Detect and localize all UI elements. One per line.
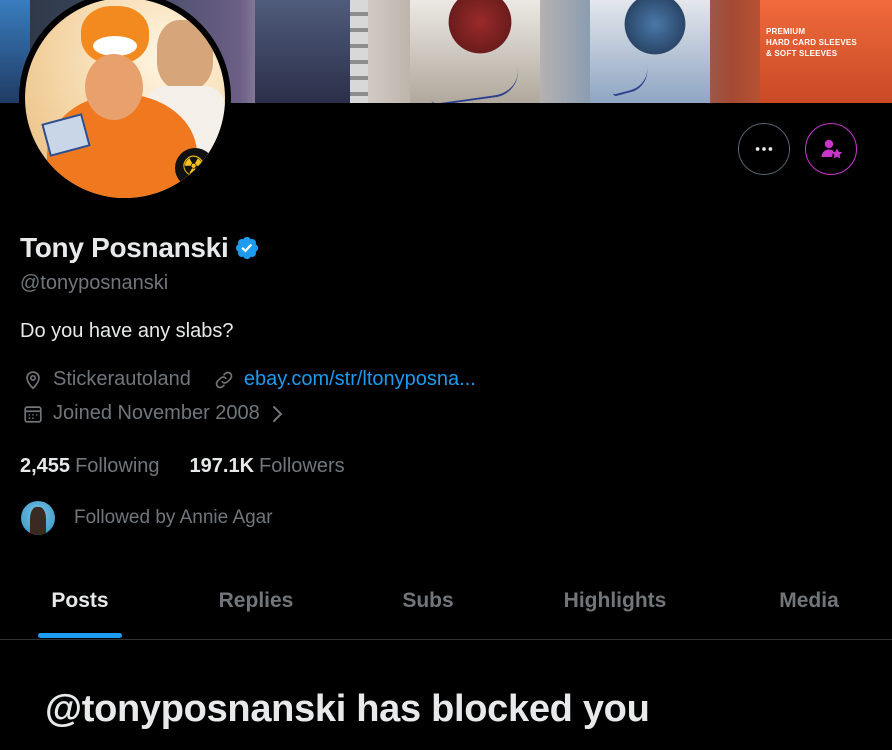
profile-handle: @tonyposnanski [20,272,169,294]
calendar-icon [24,405,42,423]
tab-label: Subs [402,588,454,612]
profile-meta-row: Stickerautoland ebay.com/str/ltonyposna.… [22,368,476,391]
avatar-image [25,0,225,198]
following-link[interactable]: 2,455 Following [20,455,160,478]
avatar [21,501,55,535]
joined-item[interactable]: Joined November 2008 [22,402,284,425]
tab-label: Posts [51,588,109,612]
followed-by-text: Followed by Annie Agar [74,507,273,528]
followers-count: 197.1K [189,455,255,477]
sleeve-line: & SOFT SLEEVES [766,49,838,58]
tab-label: Highlights [563,588,667,612]
tab-label: Media [779,588,839,612]
profile-name-row: Tony Posnanski [20,232,260,264]
more-horizontal-icon [755,147,773,151]
profile-name: Tony Posnanski [20,232,229,263]
tab-media[interactable]: Media [726,562,892,639]
profile-tabs: Posts Replies Subs Highlights Media [0,562,892,640]
subscribe-button[interactable] [805,123,857,175]
website-link[interactable]: ebay.com/str/ltonyposna... [244,368,476,391]
verified-badge-icon[interactable] [234,235,260,261]
tab-highlights[interactable]: Highlights [504,562,726,639]
banner-sleeve-text: PREMIUM HARD CARD SLEEVES & SOFT SLEEVES [766,26,886,59]
tab-posts[interactable]: Posts [0,562,160,639]
profile-bio: Do you have any slabs? [20,320,234,342]
location-item: Stickerautoland [22,368,191,391]
profile-stats: 2,455 Following 197.1K Followers [20,455,345,478]
link-icon [215,371,233,388]
website-item[interactable]: ebay.com/str/ltonyposna... [213,368,476,391]
banner-card [350,0,368,103]
banner-card [255,0,350,103]
sleeve-line: HARD CARD SLEEVES [766,38,857,47]
person-star-icon [821,139,843,159]
tab-subs[interactable]: Subs [352,562,504,639]
chevron-right-icon [272,405,283,422]
location-text: Stickerautoland [53,368,191,390]
followers-label: Followers [259,455,345,477]
following-label: Following [75,455,160,477]
following-count: 2,455 [20,455,71,477]
banner-card [440,0,520,55]
avatar-figure [85,54,143,120]
location-pin-icon [26,370,40,389]
tab-replies[interactable]: Replies [160,562,352,639]
avatar-figure [175,148,215,188]
followers-link[interactable]: 197.1K Followers [190,455,345,478]
more-options-button[interactable] [738,123,790,175]
avatar-figure [151,16,219,90]
sleeve-line: PREMIUM [766,27,806,36]
joined-text: Joined November 2008 [53,402,260,424]
followed-by-row[interactable]: Followed by Annie Agar [21,501,273,535]
profile-meta-row: Joined November 2008 [22,402,284,425]
blocked-message: @tonyposnanski has blocked you [45,688,650,730]
profile-avatar[interactable] [19,0,231,204]
banner-card [620,0,690,60]
active-tab-indicator [38,633,122,638]
tab-label: Replies [218,588,294,612]
